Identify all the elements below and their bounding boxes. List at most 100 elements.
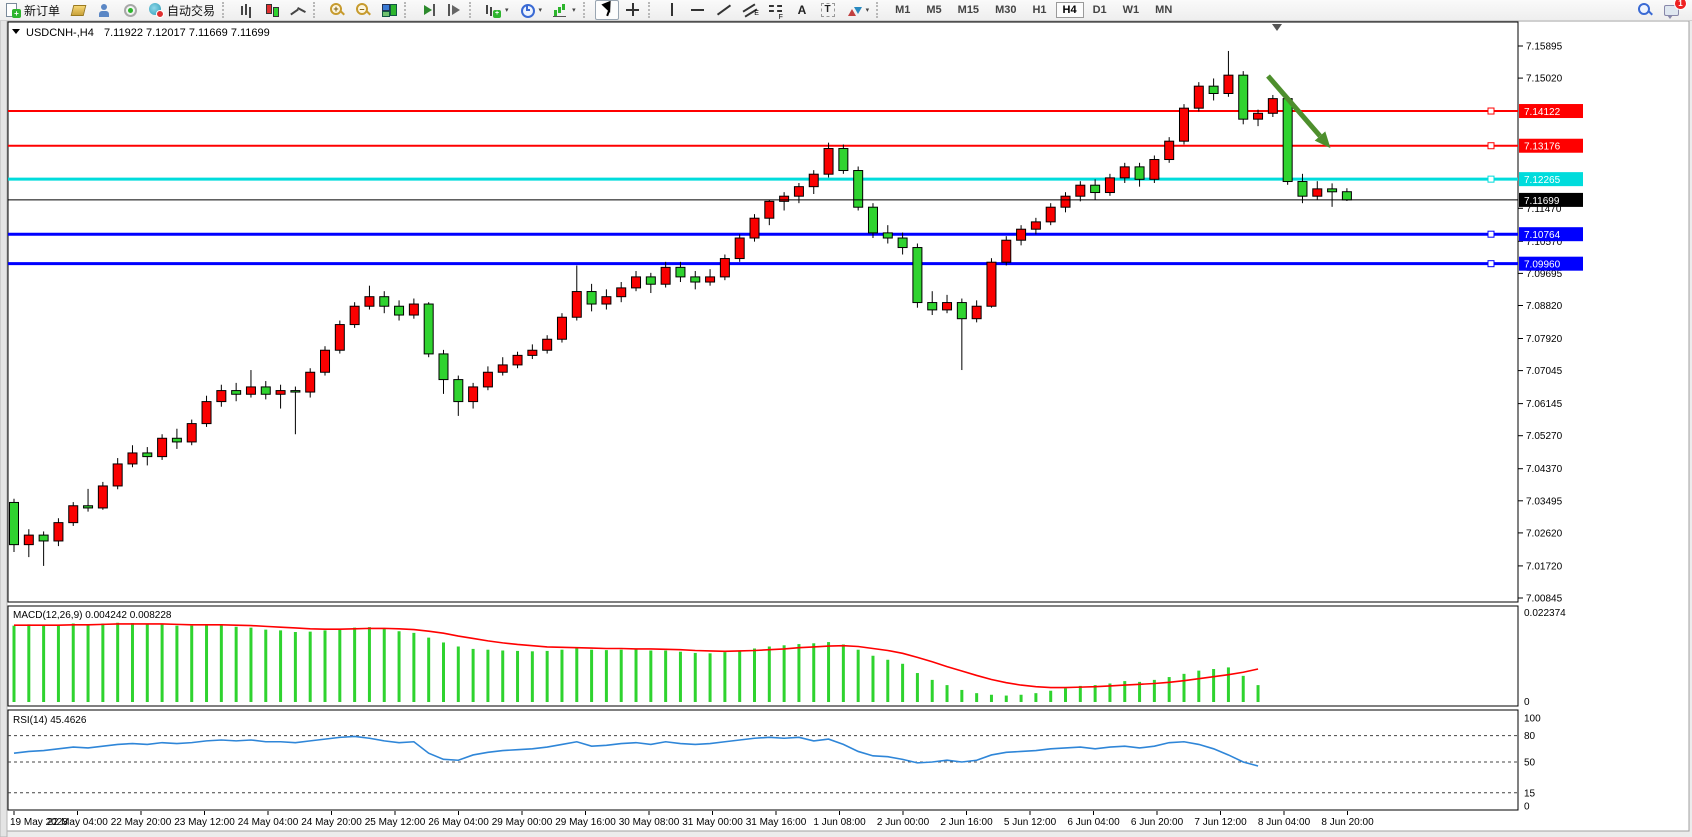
timeframe-M15[interactable]: M15 bbox=[951, 2, 986, 18]
chat-button[interactable]: 1 bbox=[1659, 0, 1683, 20]
candle-body bbox=[84, 506, 93, 508]
chart-ohlc-values: 7.11922 7.12017 7.11669 7.11699 bbox=[104, 27, 270, 39]
search-button[interactable] bbox=[1633, 0, 1657, 20]
price-axis-label: 7.03495 bbox=[1526, 496, 1563, 507]
crosshair-button[interactable] bbox=[621, 0, 645, 20]
time-axis-label: 1 Jun 08:00 bbox=[813, 817, 866, 828]
candle-body bbox=[113, 464, 122, 486]
candle-body bbox=[143, 453, 152, 457]
timeframe-H4[interactable]: H4 bbox=[1056, 2, 1084, 18]
candle-body bbox=[128, 453, 137, 464]
rsi-panel[interactable] bbox=[8, 710, 1518, 810]
window-left-edge[interactable] bbox=[0, 20, 7, 837]
candle-body bbox=[395, 306, 404, 315]
timeframe-M30[interactable]: M30 bbox=[988, 2, 1023, 18]
market-watch-button[interactable] bbox=[92, 0, 116, 20]
candle-body bbox=[557, 317, 566, 339]
timeframe-M5[interactable]: M5 bbox=[919, 2, 948, 18]
vertical-line-button[interactable] bbox=[660, 0, 684, 20]
templates-button[interactable]: ▾ bbox=[548, 0, 580, 20]
candle-body bbox=[809, 174, 818, 186]
timeframe-M1[interactable]: M1 bbox=[888, 2, 917, 18]
line-chart-icon bbox=[290, 2, 306, 18]
timeframe-H1[interactable]: H1 bbox=[1025, 2, 1053, 18]
new-chart-button[interactable]: ▾ bbox=[481, 0, 513, 20]
candle-body bbox=[1002, 240, 1011, 262]
time-axis-label: 30 May 08:00 bbox=[619, 817, 680, 828]
shapes-button[interactable]: ▾ bbox=[842, 0, 874, 20]
auto-trading-button[interactable]: 自动交易 bbox=[144, 0, 219, 21]
candle-chart-icon bbox=[264, 2, 280, 18]
macd-panel[interactable] bbox=[8, 606, 1518, 706]
horizontal-line-button[interactable] bbox=[686, 0, 710, 20]
equidistant-channel-button[interactable] bbox=[738, 0, 762, 20]
chart-shift-button[interactable] bbox=[442, 0, 466, 20]
trend-line-button[interactable] bbox=[712, 0, 736, 20]
chevron-down-icon[interactable]: ▾ bbox=[539, 6, 543, 14]
new-order-button[interactable]: 新订单 bbox=[1, 0, 64, 21]
time-axis-label: 23 May 12:00 bbox=[174, 817, 235, 828]
candle-body bbox=[543, 339, 552, 350]
zoom-out-button[interactable] bbox=[351, 0, 375, 20]
candle-body bbox=[572, 292, 581, 318]
candle-body bbox=[1017, 229, 1026, 240]
chevron-down-icon[interactable]: ▾ bbox=[866, 6, 870, 14]
text-icon bbox=[794, 2, 810, 18]
candle-body bbox=[720, 259, 729, 277]
candle-body bbox=[691, 277, 700, 282]
chart-window[interactable]: 7.158957.150207.114707.105707.096957.088… bbox=[0, 0, 1692, 837]
chart-title: USDCNH-,H4 bbox=[26, 27, 94, 39]
chevron-down-icon[interactable]: ▾ bbox=[505, 6, 509, 14]
candle-body bbox=[1076, 185, 1085, 196]
rsi-scale-label: 15 bbox=[1524, 788, 1536, 799]
price-axis-label: 7.00845 bbox=[1526, 594, 1563, 605]
timeframe-D1[interactable]: D1 bbox=[1086, 2, 1114, 18]
candle-body bbox=[1298, 182, 1307, 197]
candle-body bbox=[1328, 189, 1337, 192]
chevron-down-icon[interactable]: ▾ bbox=[572, 6, 576, 14]
text-button[interactable] bbox=[790, 0, 814, 20]
candle-body bbox=[528, 350, 537, 355]
zoom-in-button[interactable] bbox=[325, 0, 349, 20]
candle-body bbox=[1283, 99, 1292, 182]
period-button[interactable]: ▾ bbox=[515, 0, 547, 20]
line-handle[interactable] bbox=[1488, 261, 1494, 267]
bar-chart-button[interactable] bbox=[234, 0, 258, 20]
line-handle[interactable] bbox=[1488, 108, 1494, 114]
time-axis-label: 5 Jun 12:00 bbox=[1004, 817, 1057, 828]
tile-windows-button[interactable] bbox=[377, 0, 401, 20]
svg-text:7.13176: 7.13176 bbox=[1524, 142, 1561, 153]
line-handle[interactable] bbox=[1488, 143, 1494, 149]
candle-chart-button[interactable] bbox=[260, 0, 284, 20]
price-axis-label: 7.15895 bbox=[1526, 42, 1563, 53]
market-watch-icon bbox=[96, 2, 112, 18]
cursor-button[interactable] bbox=[595, 0, 619, 20]
profiles-button[interactable] bbox=[66, 0, 90, 20]
auto-scroll-button[interactable] bbox=[416, 0, 440, 20]
candle-body bbox=[1091, 185, 1100, 192]
candle-body bbox=[321, 350, 330, 372]
line-handle[interactable] bbox=[1488, 231, 1494, 237]
candle-body bbox=[1254, 113, 1263, 119]
timeframe-W1[interactable]: W1 bbox=[1116, 2, 1147, 18]
candle-body bbox=[350, 306, 359, 324]
time-axis-label: 22 May 20:00 bbox=[111, 817, 172, 828]
candle-body bbox=[335, 325, 344, 351]
candle-body bbox=[1031, 222, 1040, 229]
line-handle[interactable] bbox=[1488, 176, 1494, 182]
signals-button[interactable] bbox=[118, 0, 142, 20]
candle-body bbox=[735, 238, 744, 259]
timeframe-MN[interactable]: MN bbox=[1148, 2, 1179, 18]
toolbar-separator bbox=[469, 2, 478, 18]
svg-text:7.11699: 7.11699 bbox=[1524, 196, 1560, 207]
candle-body bbox=[246, 387, 255, 394]
trend-line-icon bbox=[716, 2, 732, 18]
price-axis-label: 7.15020 bbox=[1526, 74, 1563, 85]
fibonacci-icon bbox=[768, 2, 784, 18]
candle-body bbox=[883, 233, 892, 238]
text-label-button[interactable] bbox=[816, 0, 840, 20]
line-chart-button[interactable] bbox=[286, 0, 310, 20]
candle-body bbox=[24, 535, 33, 545]
fibonacci-button[interactable] bbox=[764, 0, 788, 20]
candle-body bbox=[39, 535, 48, 541]
